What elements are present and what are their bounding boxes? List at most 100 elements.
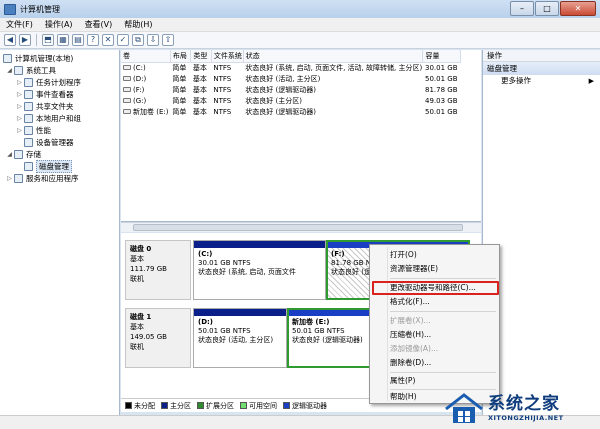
- actions-header: 操作: [483, 50, 600, 62]
- computer-management-icon: [4, 3, 16, 15]
- legend-swatch-extended: [197, 402, 204, 409]
- menu-item-shrink-volume[interactable]: 压缩卷(H)...: [390, 329, 431, 341]
- volume-icon: [123, 98, 131, 103]
- partition-c[interactable]: (C:) 30.01 GB NTFS 状态良好 (系统, 启动, 页面文件: [193, 240, 326, 300]
- volume-list: 卷 布局 类型 文件系统 状态 容量 (C:) 简单 基本 NTFS 状态良好 (系统…: [121, 50, 481, 222]
- menu-help[interactable]: 帮助(H): [124, 19, 152, 30]
- tree-item-root[interactable]: 计算机管理(本地): [3, 53, 73, 64]
- clock-icon: [24, 78, 33, 87]
- tree-item-device-manager[interactable]: 设备管理器: [24, 137, 74, 148]
- partition-d[interactable]: (D:) 50.01 GB NTFS 状态良好 (活动, 主分区): [193, 308, 287, 368]
- tree-item-event-viewer[interactable]: ▷ 事件查看器: [16, 89, 74, 100]
- house-logo-icon: [445, 393, 483, 423]
- menu-item-open[interactable]: 打开(O): [390, 249, 417, 261]
- users-icon: [24, 114, 33, 123]
- actions-section-disk-management[interactable]: 磁盘管理: [483, 62, 600, 75]
- toolbar: ◀ ▶ ⬒ ▦ ▤ ? ✕ ✓ ⧉ ⇩ ⇧: [0, 32, 600, 49]
- navigation-tree: 计算机管理(本地) ◢ 系统工具 ▷ 任务计划程序 ▷ 事件查看器 ▷ 共享文件夹 ▷ 本…: [0, 50, 120, 428]
- scrollbar-thumb[interactable]: [133, 224, 463, 231]
- disk-1-info[interactable]: 磁盘 1 基本 149.05 GB 联机: [125, 308, 191, 368]
- tree-item-services[interactable]: ▷ 服务和应用程序: [6, 173, 79, 184]
- back-arrow-icon[interactable]: ◀: [4, 34, 16, 46]
- partition-e[interactable]: 新加卷 (E:) 50.01 GB NTFS 状态良好 (逻辑驱动器): [287, 308, 371, 368]
- disk-name: 磁盘 0: [130, 245, 152, 253]
- menu-item-properties[interactable]: 属性(P): [390, 375, 415, 387]
- menu-file[interactable]: 文件(F): [6, 19, 33, 30]
- menu-item-add-mirror: 添加镜像(A)...: [390, 344, 439, 353]
- storage-icon: [14, 150, 23, 159]
- chevron-right-icon: ▶: [588, 77, 594, 85]
- performance-icon: [24, 126, 33, 135]
- horizontal-scrollbar[interactable]: [121, 222, 481, 232]
- column-header-type[interactable]: 类型: [190, 50, 212, 63]
- legend-item: 主分区: [161, 401, 191, 411]
- volume-icon: [123, 87, 131, 92]
- title-bar: 计算机管理 – □ ✕: [0, 0, 600, 18]
- shared-folder-icon: [24, 102, 33, 111]
- legend-item: 扩展分区: [197, 401, 234, 411]
- tree-item-shared-folders[interactable]: ▷ 共享文件夹: [16, 101, 74, 112]
- delete-icon[interactable]: ✕: [102, 34, 114, 46]
- menu-action[interactable]: 操作(A): [45, 19, 73, 30]
- legend-item: 未分配: [125, 401, 155, 411]
- tree-item-performance[interactable]: ▷ 性能: [16, 125, 51, 136]
- watermark-url: XITONGZHIJIA.NET: [488, 414, 564, 422]
- minimize-button[interactable]: –: [510, 1, 534, 16]
- column-header-capacity[interactable]: 容量: [422, 50, 461, 63]
- more-actions-item[interactable]: 更多操作 ▶: [483, 75, 600, 87]
- table-row[interactable]: (D:) 简单 基本 NTFS 状态良好 (活动, 主分区) 50.01 GB: [121, 73, 461, 84]
- properties-icon[interactable]: ▤: [72, 34, 84, 46]
- watermark: 系统之家 XITONGZHIJIA.NET: [440, 385, 600, 429]
- menu-item-delete-volume[interactable]: 删除卷(D)...: [390, 357, 431, 369]
- menu-item-format[interactable]: 格式化(F)...: [390, 296, 430, 308]
- disk-management-icon: [24, 162, 33, 171]
- menu-item-explorer[interactable]: 资源管理器(E): [390, 263, 438, 275]
- table-row[interactable]: (G:) 简单 基本 NTFS 状态良好 (主分区) 49.03 GB: [121, 95, 461, 106]
- check-icon[interactable]: ✓: [117, 34, 129, 46]
- export-icon[interactable]: ⇧: [162, 34, 174, 46]
- window-title: 计算机管理: [20, 4, 60, 14]
- folder-open-icon[interactable]: ⧉: [132, 34, 144, 46]
- column-header-filesystem[interactable]: 文件系统: [211, 50, 244, 63]
- legend-item: 逻辑驱动器: [283, 401, 327, 411]
- tree-item-system-tools[interactable]: ◢ 系统工具: [6, 65, 56, 76]
- tree-item-disk-management[interactable]: 磁盘管理: [24, 160, 72, 173]
- menu-separator: [390, 372, 496, 373]
- column-header-status[interactable]: 状态: [243, 50, 424, 63]
- disk-name: 磁盘 1: [130, 313, 152, 321]
- show-tree-icon[interactable]: ▦: [57, 34, 69, 46]
- menu-view[interactable]: 查看(V): [85, 19, 113, 30]
- table-row[interactable]: (C:) 简单 基本 NTFS 状态良好 (系统, 启动, 页面文件, 活动, 故障转…: [121, 62, 461, 73]
- menu-item-change-drive-letter[interactable]: 更改驱动器号和路径(C)...: [390, 282, 476, 294]
- maximize-button[interactable]: □: [535, 1, 559, 16]
- volume-icon: [123, 109, 131, 114]
- table-header-row: 卷 布局 类型 文件系统 状态 容量: [121, 50, 461, 63]
- menu-separator: [390, 278, 496, 279]
- import-icon[interactable]: ⇩: [147, 34, 159, 46]
- table-row[interactable]: 新加卷 (E:) 简单 基本 NTFS 状态良好 (逻辑驱动器) 50.01 GB: [121, 106, 461, 117]
- table-row[interactable]: (F:) 简单 基本 NTFS 状态良好 (逻辑驱动器) 81.78 GB: [121, 84, 461, 95]
- device-manager-icon: [24, 138, 33, 147]
- legend-item: 可用空间: [240, 401, 277, 411]
- tree-item-task-scheduler[interactable]: ▷ 任务计划程序: [16, 77, 81, 88]
- close-button[interactable]: ✕: [560, 1, 596, 16]
- disk-0-info[interactable]: 磁盘 0 基本 111.79 GB 联机: [125, 240, 191, 300]
- volume-icon: [123, 76, 131, 81]
- tree-item-storage[interactable]: ◢ 存储: [6, 149, 41, 160]
- services-icon: [14, 174, 23, 183]
- volume-icon: [123, 65, 131, 71]
- legend-swatch-unallocated: [125, 402, 132, 409]
- toolbar-separator: [36, 34, 37, 46]
- column-header-volume[interactable]: 卷: [121, 50, 171, 63]
- tools-icon: [14, 66, 23, 75]
- tree-item-local-users[interactable]: ▷ 本地用户和组: [16, 113, 81, 124]
- event-log-icon: [24, 90, 33, 99]
- watermark-text: 系统之家: [488, 394, 560, 414]
- menu-item-help[interactable]: 帮助(H): [390, 391, 417, 403]
- legend-swatch-primary: [161, 402, 168, 409]
- help-icon[interactable]: ?: [87, 34, 99, 46]
- menu-item-extend-volume: 扩展卷(X)...: [390, 316, 431, 325]
- up-folder-icon[interactable]: ⬒: [42, 34, 54, 46]
- column-header-layout[interactable]: 布局: [170, 50, 192, 63]
- forward-arrow-icon[interactable]: ▶: [19, 34, 31, 46]
